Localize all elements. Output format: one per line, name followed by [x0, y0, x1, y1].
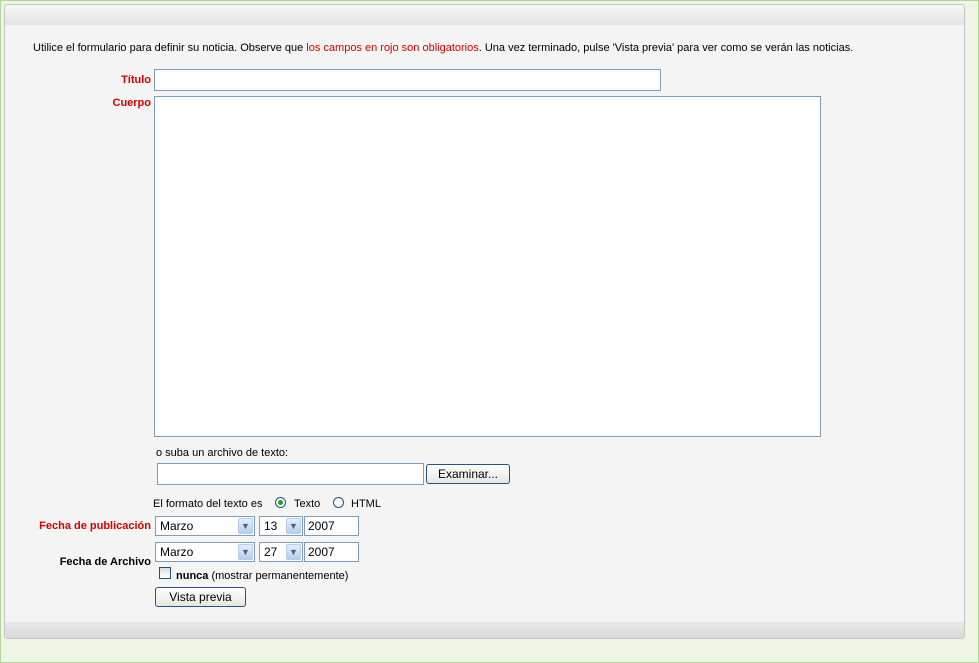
pub-year-input[interactable] [304, 516, 359, 536]
nunca-rest: (mostrar permanentemente) [208, 570, 349, 582]
format-html-label: HTML [351, 498, 381, 510]
examinar-button[interactable]: Examinar... [426, 464, 510, 484]
upload-label: o suba un archivo de texto: [156, 447, 289, 459]
form-panel: Utilice el formulario para definir su no… [4, 4, 965, 639]
intro-required-note: los campos en rojo son obligatorios [306, 42, 479, 54]
archive-day-select[interactable]: 27 ▼ [259, 542, 303, 562]
titulo-label: Título [121, 74, 151, 86]
panel-header-bar [5, 5, 964, 25]
chevron-down-icon: ▼ [286, 544, 301, 560]
panel-footer-bar [5, 622, 964, 638]
archive-date-label: Fecha de Archivo [59, 556, 151, 568]
intro-before: Utilice el formulario para definir su no… [33, 42, 307, 54]
chevron-down-icon: ▼ [238, 518, 253, 534]
vista-previa-button[interactable]: Vista previa [155, 587, 246, 607]
intro-text: Utilice el formulario para definir su no… [33, 42, 853, 54]
pub-month-select[interactable]: Marzo ▼ [155, 516, 255, 536]
nunca-checkbox[interactable] [159, 567, 171, 579]
cuerpo-textarea[interactable] [154, 96, 821, 437]
archive-year-input[interactable] [304, 542, 359, 562]
titulo-input[interactable] [154, 69, 661, 91]
archive-day-value: 27 [264, 545, 278, 559]
pub-day-value: 13 [264, 519, 278, 533]
chevron-down-icon: ▼ [238, 544, 253, 560]
nunca-label: nunca (mostrar permanentemente) [176, 570, 348, 582]
format-texto-label: Texto [294, 498, 321, 510]
chevron-down-icon: ▼ [286, 518, 301, 534]
pub-day-select[interactable]: 13 ▼ [259, 516, 303, 536]
archive-month-value: Marzo [160, 545, 194, 559]
format-html-radio[interactable] [333, 497, 344, 508]
file-path-input[interactable] [157, 463, 424, 485]
page-background: Utilice el formulario para definir su no… [0, 0, 979, 663]
format-texto-radio[interactable] [275, 497, 286, 508]
format-label: El formato del texto es [153, 498, 263, 510]
pub-date-label: Fecha de publicación [39, 520, 151, 532]
cuerpo-label: Cuerpo [112, 97, 152, 109]
pub-month-value: Marzo [160, 519, 194, 533]
archive-month-select[interactable]: Marzo ▼ [155, 542, 255, 562]
intro-after: . Una vez terminado, pulse 'Vista previa… [478, 42, 854, 54]
nunca-bold: nunca [176, 570, 209, 582]
